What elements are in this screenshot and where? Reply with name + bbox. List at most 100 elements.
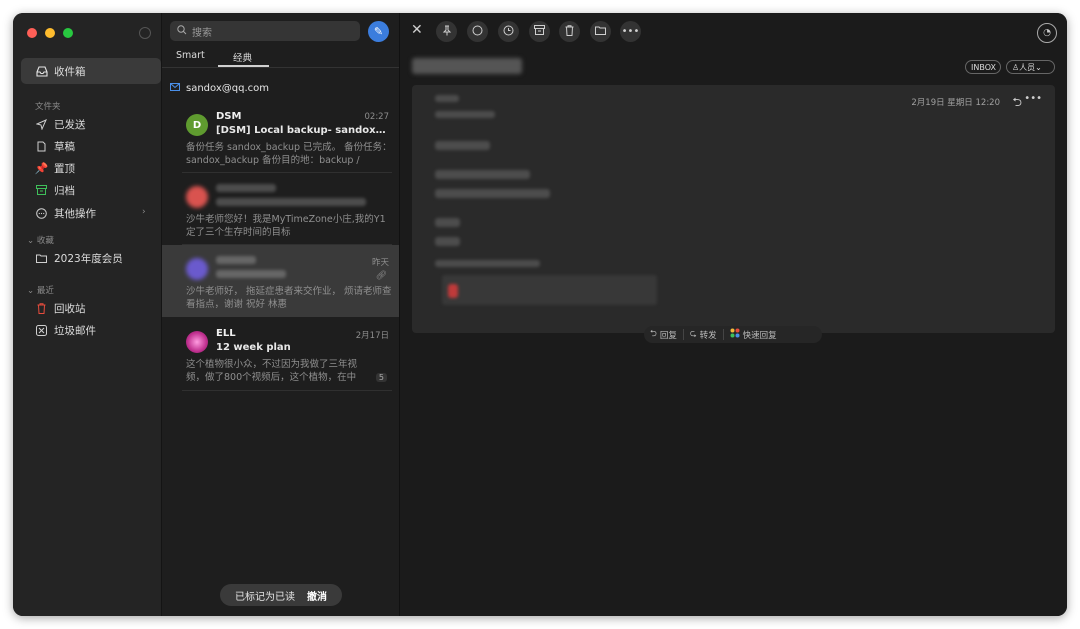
people-chip[interactable]: ♙ 人员 ⌄ [1006, 60, 1055, 74]
sidebar-item-pinned[interactable]: 📌 置顶 [21, 156, 161, 180]
sidebar-item-label: 回收站 [54, 302, 86, 315]
forward-button[interactable]: ⮎ 转发 [684, 328, 723, 342]
redacted-text [435, 189, 550, 198]
redacted-text [435, 237, 460, 246]
sidebar-item-label: 垃圾邮件 [54, 324, 96, 337]
tab-classic[interactable]: 经典 [233, 50, 252, 64]
pin-button[interactable] [436, 21, 457, 42]
person-icon: ♙ [1012, 62, 1020, 72]
close-window-button[interactable] [27, 28, 37, 38]
attachment-icon: 🔗︎ [375, 271, 387, 281]
sidebar-item-spam[interactable]: 垃圾邮件 [21, 318, 161, 342]
quick-action-bar: ⮌ 回复 ⮎ 转发 快速回复 [644, 326, 822, 343]
pin-icon: 📌 [34, 161, 49, 175]
message-preview: 备份任务 sandox_backup 已完成。 备份任务：sandox_back… [186, 142, 392, 166]
account-header[interactable]: sandox@qq.com [162, 75, 399, 101]
sidebar-item-favorite-folder[interactable]: 2023年度会员 [21, 246, 161, 270]
sidebar-item-label: 归档 [54, 184, 75, 197]
message-preview: 沙牛老师好， 拖延症患者来交作业， 烦请老师查看指点，谢谢 祝好 林惠 [186, 286, 392, 310]
sidebar-item-sent[interactable]: 已发送 [21, 112, 161, 136]
message-preview: 这个植物很小众，不过因为我做了三年视频，做了800个视频后，这个植物，在中 [186, 359, 358, 383]
search-icon [177, 24, 187, 38]
avatar [186, 331, 208, 353]
sidebar-item-inbox[interactable]: 收件箱 [21, 58, 161, 84]
reply-icon[interactable]: ⮌ [1012, 93, 1022, 114]
close-icon[interactable]: ✕ [411, 22, 423, 38]
folder-icon [35, 252, 48, 265]
compose-button[interactable]: ✎ [368, 21, 389, 42]
reply-icon: ⮌ [650, 328, 657, 339]
redacted-text [435, 141, 490, 150]
folders-section-header: 文件夹 [35, 102, 61, 112]
toast-message: 已标记为已读 [235, 591, 295, 603]
more-options-button[interactable]: ••• [620, 21, 641, 42]
quick-reply-button[interactable]: 快速回复 [724, 328, 783, 341]
chevron-down-icon: ⌄ [27, 286, 35, 296]
snooze-button[interactable] [498, 21, 519, 42]
archive-button[interactable] [529, 21, 550, 42]
redacted-text [435, 111, 495, 118]
search-field[interactable]: 搜索 [170, 21, 360, 41]
message-preview: 沙牛老师您好！我是MyTimeZone小庄,我的Y1定了三个生存时间的目标 [186, 214, 386, 238]
zoom-window-button[interactable] [63, 28, 73, 38]
minimize-window-button[interactable] [45, 28, 55, 38]
recent-section-header[interactable]: ⌄ 最近 [27, 284, 54, 296]
sidebar-item-archive[interactable]: 归档 [21, 178, 161, 202]
archive-icon [534, 25, 545, 38]
move-to-folder-button[interactable] [590, 21, 611, 42]
mail-window: 收件箱 文件夹 已发送 草稿 📌 置顶 归档 其他操作 › ⌄ 收藏 2023年… [13, 13, 1067, 616]
search-placeholder: 搜索 [192, 27, 212, 39]
avatar [186, 186, 208, 208]
reply-button[interactable]: ⮌ 回复 [644, 328, 683, 342]
contact-profile-icon[interactable]: ◔ [1037, 23, 1057, 43]
attachment-file-icon [448, 284, 458, 298]
sidebar-item-trash[interactable]: 回收站 [21, 296, 161, 320]
message-item-selected[interactable]: 昨天 🔗︎ 沙牛老师好， 拖延症患者来交作业， 烦请老师查看指点，谢谢 祝好 林… [162, 245, 399, 317]
message-item[interactable]: D DSM 02:27 [DSM] Local backup- sandox_b… [162, 101, 399, 173]
message-time: 昨天 [371, 258, 389, 268]
mail-icon [170, 82, 180, 94]
email-card: 2月19日 星期日 12:20 ⮌ ••• [412, 85, 1055, 333]
avatar: D [186, 114, 208, 136]
sidebar-item-drafts[interactable]: 草稿 [21, 134, 161, 158]
message-time: 2月17日 [355, 331, 389, 341]
delete-button[interactable] [559, 21, 580, 42]
mark-unread-button[interactable] [467, 21, 488, 42]
redacted-text [435, 170, 530, 179]
sidebar-item-more-actions[interactable]: 其他操作 › [21, 201, 161, 225]
inbox-label-chip[interactable]: INBOX [965, 60, 1001, 74]
inbox-icon [35, 65, 48, 78]
more-icon[interactable]: ••• [1024, 93, 1042, 104]
undo-button[interactable]: 撤消 [307, 588, 327, 603]
chevron-right-icon: › [142, 207, 146, 217]
trash-icon [35, 302, 48, 315]
redacted-attachment[interactable] [442, 275, 657, 305]
draft-icon [35, 140, 48, 153]
sidebar-item-label: 草稿 [54, 140, 75, 153]
sync-icon[interactable] [139, 27, 151, 39]
redacted-text [435, 218, 460, 227]
trash-icon [565, 24, 574, 39]
message-subject: 12 week plan [216, 342, 291, 353]
divider [162, 67, 399, 68]
pin-icon [442, 25, 452, 39]
chevron-down-icon: ⌄ [27, 236, 35, 246]
sidebar-item-label: 收件箱 [54, 65, 86, 78]
message-item[interactable]: 沙牛老师您好！我是MyTimeZone小庄,我的Y1定了三个生存时间的目标 [162, 173, 399, 245]
clock-icon [503, 25, 514, 39]
message-sender: ELL [216, 328, 236, 339]
thread-count-badge: 5 [375, 373, 387, 382]
emoji-grid-icon [730, 328, 740, 341]
email-date: 2月19日 星期日 12:20 [911, 98, 1000, 108]
message-item[interactable]: ELL 2月17日 12 week plan 这个植物很小众，不过因为我做了三年… [162, 318, 399, 390]
pencil-icon: ✎ [373, 25, 384, 38]
message-sender: DSM [216, 111, 242, 122]
list-tabs: Smart 经典 [162, 47, 399, 67]
favorites-section-header[interactable]: ⌄ 收藏 [27, 234, 54, 246]
message-list-pane: 搜索 ✎ Smart 经典 sandox@qq.com D DSM 02:27 … [162, 13, 400, 616]
window-controls [27, 28, 73, 38]
tab-smart[interactable]: Smart [176, 50, 205, 61]
sidebar-item-label: 置顶 [54, 162, 75, 175]
redacted-sender [216, 256, 256, 264]
chevron-down-icon: ⌄ [1035, 62, 1042, 72]
